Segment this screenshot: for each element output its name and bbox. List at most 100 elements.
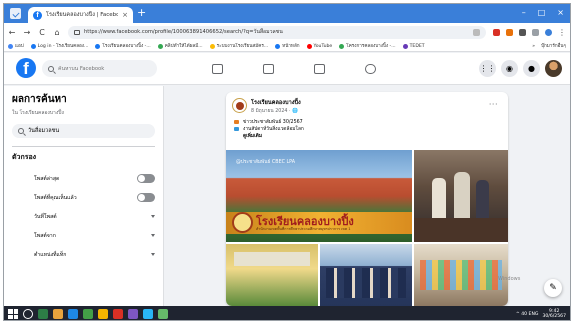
taskbar-app-icon[interactable]: [38, 309, 48, 319]
puzzle-icon[interactable]: [519, 28, 526, 36]
bookmark-favicon-icon: [402, 43, 408, 49]
post-photo-group[interactable]: [320, 244, 412, 306]
bookmark-item[interactable]: แอป: [8, 43, 24, 50]
minimize-button[interactable]: –: [522, 6, 526, 20]
taskbar-app-icon[interactable]: [128, 309, 138, 319]
extension-icon[interactable]: [506, 28, 513, 36]
search-results-sidebar: ผลการค้นหา ใน โรงเรียนคลองบางปิ้ง วันสื่…: [4, 86, 164, 306]
reload-button[interactable]: C: [38, 28, 46, 37]
bookmark-label: Log in - โรงเรียนคลอง...: [37, 43, 89, 49]
close-window-button[interactable]: ×: [557, 6, 564, 20]
bookmark-label: TEDET: [409, 43, 425, 49]
profile-icon[interactable]: [545, 28, 552, 36]
nav-marketplace[interactable]: [302, 53, 338, 84]
messenger-button[interactable]: ◉: [501, 60, 518, 77]
tab-search-button[interactable]: [10, 8, 21, 19]
back-button[interactable]: ←: [8, 28, 16, 37]
page-search-field[interactable]: วันสื่อมวลชน: [12, 124, 155, 138]
taskbar-clock[interactable]: 9:42 30/6/2567: [542, 309, 566, 320]
post-photo-event-booth[interactable]: [226, 244, 318, 306]
facebook-search-input[interactable]: [58, 65, 148, 72]
chevron-down-icon[interactable]: [151, 253, 155, 256]
taskbar-search-icon[interactable]: [23, 309, 33, 319]
filter-row[interactable]: ตำแหน่งที่แท็ก: [12, 245, 155, 264]
bookmark-label: โรงเรียนคลองบางปิ้ง -...: [102, 43, 151, 49]
nav-video[interactable]: [250, 53, 286, 84]
window-controls: – □ ×: [522, 6, 564, 20]
nav-home[interactable]: [199, 53, 235, 84]
facebook-favicon-icon: f: [33, 10, 42, 20]
filter-row[interactable]: โพสต์จาก: [12, 226, 155, 245]
extension-icon[interactable]: [493, 28, 500, 36]
account-avatar[interactable]: [545, 60, 562, 77]
taskbar-app-icon[interactable]: [98, 309, 108, 319]
screen: f โรงเรียนคลองบางปิ้ง | Facebook × + – □…: [3, 3, 571, 321]
site-info-icon[interactable]: [74, 29, 80, 35]
filter-row[interactable]: วันที่โพสต์: [12, 207, 155, 226]
bookmark-label: ระบบงานโรงเรียนสมัคร...: [216, 43, 269, 49]
chevron-down-icon[interactable]: [151, 215, 155, 218]
see-more-link[interactable]: ดูเพิ่มเติม: [243, 132, 262, 140]
tab-close-icon[interactable]: ×: [122, 11, 128, 19]
forward-button[interactable]: →: [23, 28, 31, 37]
bookmark-favicon-icon: [339, 43, 345, 49]
bookmark-item[interactable]: TEDET: [402, 43, 425, 49]
facebook-search[interactable]: [42, 60, 157, 77]
bookmark-label: หน้าหลัก: [282, 43, 300, 49]
photo-watermark: @ประชาสัมพันธ์ CBEC LPA: [236, 160, 296, 165]
person-figure: [454, 172, 470, 220]
new-message-button[interactable]: ✎: [544, 279, 562, 297]
post-photo-school-banner[interactable]: @ประชาสัมพันธ์ CBEC LPA โรงเรียนคลองบางป…: [226, 150, 412, 242]
bookmarks-more-button[interactable]: »: [532, 43, 535, 50]
post-photo-exhibit[interactable]: [414, 244, 508, 306]
browser-tab-strip: f โรงเรียนคลองบางปิ้ง | Facebook × + – □…: [4, 4, 570, 23]
notifications-button[interactable]: ●: [523, 60, 540, 77]
chevron-down-icon[interactable]: [151, 234, 155, 237]
new-tab-button[interactable]: +: [137, 7, 146, 19]
star-bookmark-icon[interactable]: [473, 28, 480, 36]
windows-start-icon[interactable]: [8, 309, 18, 319]
bookmark-item[interactable]: YouTube: [306, 43, 332, 49]
home-button[interactable]: ⌂: [53, 28, 61, 37]
filter-row[interactable]: โพสต์ที่คุณเห็นแล้ว: [12, 188, 155, 207]
bookmark-item[interactable]: โรงเรียนคลองบางปิ้ง -...: [95, 43, 151, 50]
menu-grid-button[interactable]: ⋮⋮: [479, 60, 496, 77]
taskbar-app-icon[interactable]: [53, 309, 63, 319]
post-options-icon[interactable]: ···: [489, 100, 498, 109]
bookmark-item[interactable]: Log in - โรงเรียนคลอง...: [30, 43, 89, 50]
activate-line: Windows: [498, 276, 521, 282]
taskbar-app-icon[interactable]: [68, 309, 78, 319]
filter-label: โพสต์จาก: [34, 232, 56, 239]
url-field[interactable]: https://www.facebook.com/profile/1000638…: [68, 25, 486, 39]
filter-toggle[interactable]: [137, 174, 155, 183]
bookmark-item[interactable]: โครงการคลองบางปิ้ง -...: [339, 43, 396, 50]
browser-tab-facebook[interactable]: f โรงเรียนคลองบางปิ้ง | Facebook ×: [28, 7, 133, 23]
taskbar-app-icon[interactable]: [83, 309, 93, 319]
post-photo-people[interactable]: [414, 150, 508, 242]
school-seal-icon: [232, 212, 253, 233]
nav-gaming[interactable]: [353, 53, 389, 84]
post-timestamp[interactable]: 8 มิถุนายน 2024 · 🌐: [251, 107, 298, 115]
bookmark-item[interactable]: ระบบงานโรงเรียนสมัคร...: [209, 43, 269, 50]
page-avatar[interactable]: [232, 98, 247, 113]
activate-windows-watermark: Windows: [498, 276, 520, 283]
tray-indicators[interactable]: ^ 40 ENG: [516, 312, 539, 317]
bookmark-item[interactable]: หน้าหลัก: [275, 43, 300, 50]
taskbar-app-icon[interactable]: [143, 309, 153, 319]
address-bar-row: ← → C ⌂ https://www.facebook.com/profile…: [4, 23, 570, 41]
taskbar-app-icon[interactable]: [158, 309, 168, 319]
filter-toggle[interactable]: [137, 193, 155, 202]
results-title: ผลการค้นหา: [12, 94, 67, 105]
bookmarks-bar: แอป Log in - โรงเรียนคลอง... โรงเรียนคลองบ…: [4, 41, 570, 52]
taskbar-app-icon[interactable]: [113, 309, 123, 319]
filter-row[interactable]: โพสต์ล่าสุด: [12, 169, 155, 188]
post-author[interactable]: โรงเรียนคลองบางปิ้ง: [251, 99, 301, 107]
browser-menu-icon[interactable]: ⋮: [558, 28, 566, 37]
maximize-button[interactable]: □: [538, 6, 546, 20]
other-bookmarks-folder[interactable]: บุ๊กมาร์กอื่นๆ: [541, 43, 566, 50]
search-icon: [48, 65, 54, 72]
bookmark-favicon-icon: [275, 43, 281, 49]
bookmark-item[interactable]: คลิปทำให้ได้ผลมี...: [157, 43, 203, 50]
sidepanel-icon[interactable]: [532, 28, 539, 36]
facebook-logo[interactable]: f: [16, 58, 36, 78]
